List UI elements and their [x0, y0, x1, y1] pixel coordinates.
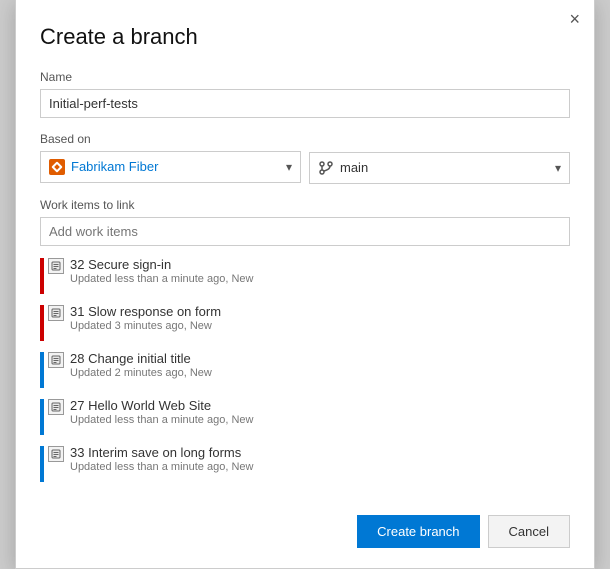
work-item-color-bar — [40, 305, 44, 341]
work-item-color-bar — [40, 258, 44, 294]
dialog-title: Create a branch — [40, 24, 570, 50]
branch-dropdown[interactable]: main — [309, 152, 570, 184]
work-item-meta: Updated less than a minute ago, New — [70, 414, 253, 426]
work-item-details: 32 Secure sign-in Updated less than a mi… — [70, 257, 253, 285]
close-button[interactable]: × — [569, 10, 580, 28]
work-item-title: 27 Hello World Web Site — [70, 398, 253, 413]
work-item-title: 28 Change initial title — [70, 351, 212, 366]
work-item-meta: Updated less than a minute ago, New — [70, 273, 253, 285]
create-branch-button[interactable]: Create branch — [357, 515, 479, 548]
work-item-icon — [48, 258, 64, 274]
work-item-meta: Updated 3 minutes ago, New — [70, 320, 221, 332]
work-items-label: Work items to link — [40, 198, 570, 212]
work-item[interactable]: 33 Interim save on long forms Updated le… — [40, 440, 570, 487]
name-label: Name — [40, 70, 570, 84]
work-item-meta: Updated less than a minute ago, New — [70, 461, 253, 473]
branch-name-input[interactable] — [40, 89, 570, 118]
branch-icon — [318, 160, 334, 176]
repo-dropdown[interactable]: Fabrikam Fiber — [40, 151, 301, 183]
work-item-details: 31 Slow response on form Updated 3 minut… — [70, 304, 221, 332]
dialog-footer: Create branch Cancel — [40, 503, 570, 548]
work-item-color-bar — [40, 352, 44, 388]
work-items-input[interactable] — [40, 217, 570, 246]
based-on-label: Based on — [40, 132, 301, 146]
work-item[interactable]: 32 Secure sign-in Updated less than a mi… — [40, 252, 570, 299]
work-item-details: 27 Hello World Web Site Updated less tha… — [70, 398, 253, 426]
work-item-color-bar — [40, 399, 44, 435]
work-item-icon — [48, 305, 64, 321]
work-item-title: 32 Secure sign-in — [70, 257, 253, 272]
work-item-title: 31 Slow response on form — [70, 304, 221, 319]
work-item-details: 33 Interim save on long forms Updated le… — [70, 445, 253, 473]
branch-name: main — [340, 160, 368, 175]
work-item-icon — [48, 446, 64, 462]
work-items-list: 32 Secure sign-in Updated less than a mi… — [40, 252, 570, 487]
work-item-details: 28 Change initial title Updated 2 minute… — [70, 351, 212, 379]
work-item[interactable]: 31 Slow response on form Updated 3 minut… — [40, 299, 570, 346]
repo-name: Fabrikam Fiber — [71, 159, 158, 174]
work-item[interactable]: 27 Hello World Web Site Updated less tha… — [40, 393, 570, 440]
work-item-color-bar — [40, 446, 44, 482]
work-item-title: 33 Interim save on long forms — [70, 445, 253, 460]
work-item-meta: Updated 2 minutes ago, New — [70, 367, 212, 379]
work-item[interactable]: 28 Change initial title Updated 2 minute… — [40, 346, 570, 393]
repo-icon — [49, 159, 65, 175]
create-branch-dialog: × Create a branch Name Based on Fabrikam… — [15, 0, 595, 569]
cancel-button[interactable]: Cancel — [488, 515, 570, 548]
work-item-icon — [48, 399, 64, 415]
work-item-icon — [48, 352, 64, 368]
